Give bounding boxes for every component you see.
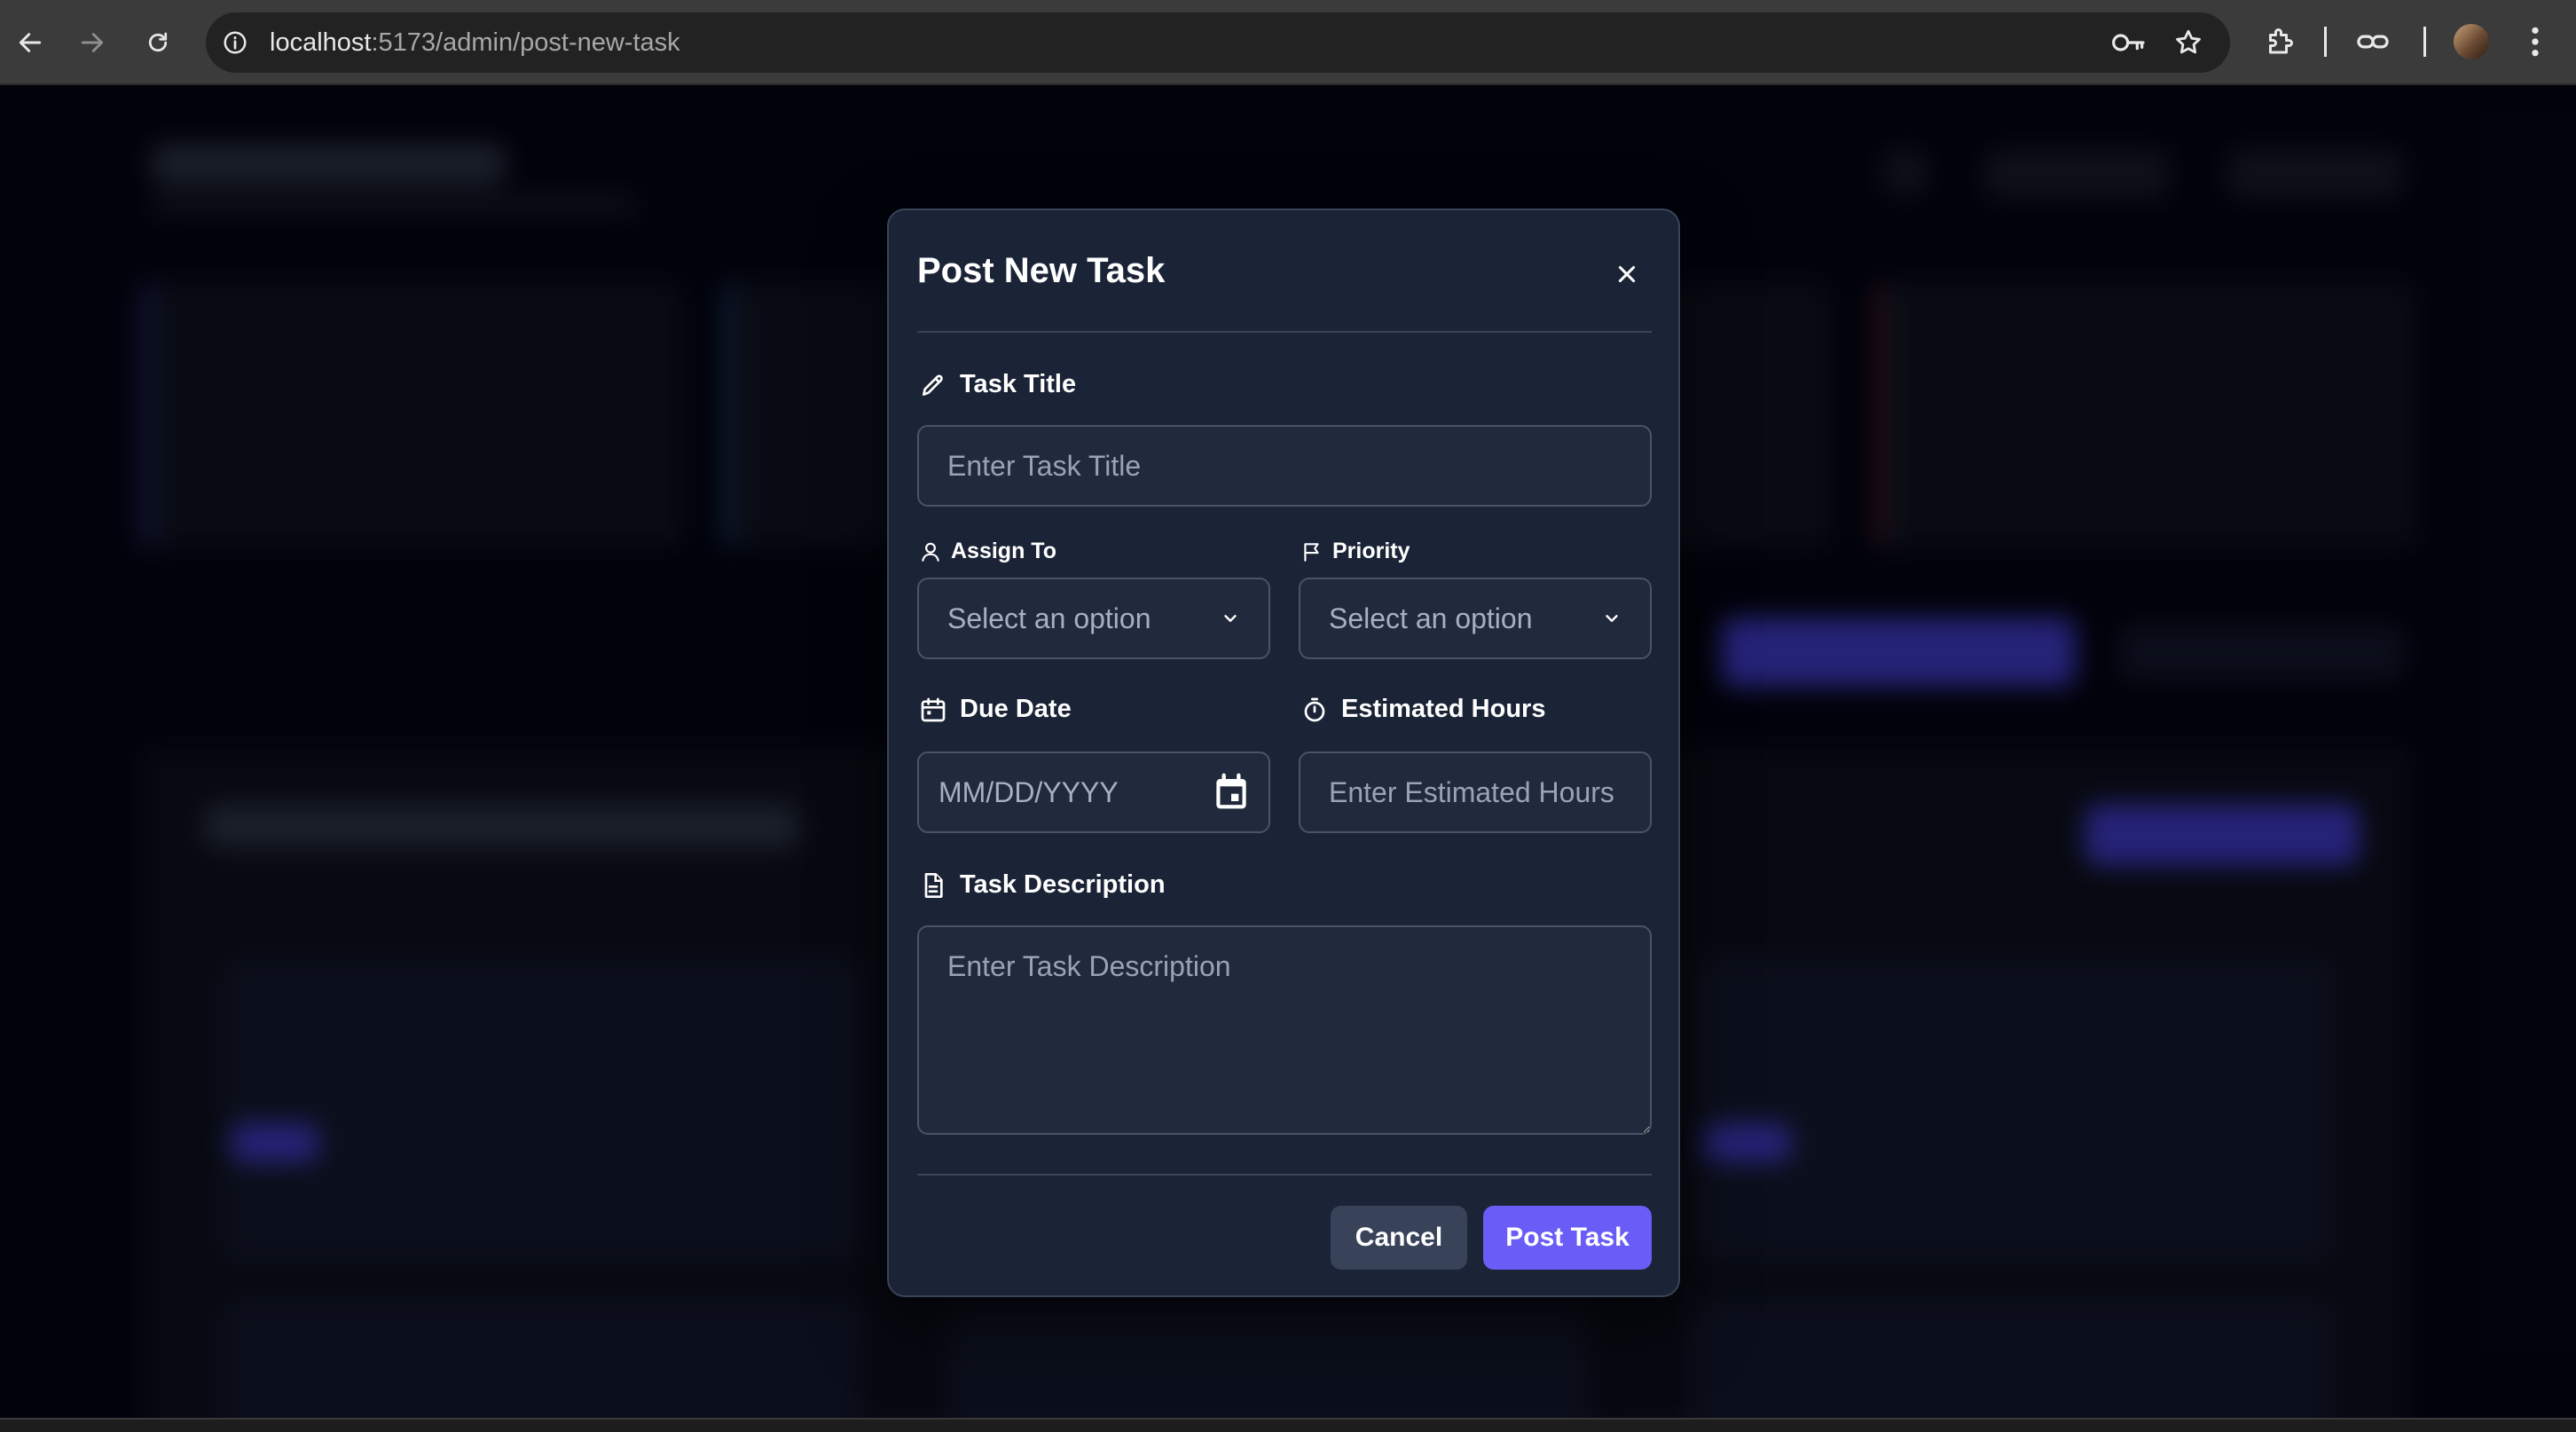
password-key-icon[interactable] (2111, 28, 2147, 57)
post-new-task-modal: Post New Task Task Title Assign To Prior… (887, 209, 1680, 1297)
browser-toolbar: localhost:5173/admin/post-new-task (0, 0, 2576, 85)
document-icon (924, 872, 943, 898)
back-button[interactable] (7, 20, 53, 66)
task-title-input[interactable] (917, 425, 1652, 507)
toolbar-divider (2423, 27, 2426, 57)
reload-button[interactable] (135, 20, 181, 66)
bookmark-star-icon[interactable] (2173, 28, 2203, 58)
flag-icon (1304, 542, 1319, 562)
user-icon (922, 542, 939, 562)
back-icon (19, 33, 42, 52)
link-icon[interactable] (2356, 26, 2390, 58)
due-date-label: Due Date (919, 695, 1072, 724)
post-task-button[interactable]: Post Task (1483, 1206, 1652, 1270)
priority-select[interactable]: Select an option (1299, 578, 1652, 659)
task-description-textarea[interactable] (917, 925, 1652, 1135)
assign-to-value: Select an option (947, 602, 1151, 634)
address-bar[interactable]: localhost:5173/admin/post-new-task (206, 12, 2230, 73)
assign-to-select[interactable]: Select an option (917, 578, 1270, 659)
site-info-icon (224, 31, 247, 54)
priority-label: Priority (1300, 539, 1410, 564)
forward-icon (81, 33, 104, 52)
close-button[interactable] (1606, 253, 1648, 295)
profile-avatar[interactable] (2454, 24, 2489, 59)
calendar-picker-icon[interactable] (1213, 773, 1249, 812)
cancel-button[interactable]: Cancel (1331, 1206, 1467, 1270)
footer-divider (917, 1174, 1652, 1176)
toolbar-divider (2324, 27, 2327, 57)
estimated-hours-input[interactable] (1299, 751, 1652, 833)
task-description-label: Task Description (919, 870, 1166, 900)
due-date-input[interactable]: MM/DD/YYYY (917, 751, 1270, 833)
estimated-hours-label: Estimated Hours (1300, 695, 1545, 724)
stopwatch-icon (1304, 697, 1325, 721)
assign-to-label: Assign To (919, 539, 1056, 564)
chevron-down-icon (1606, 615, 1618, 622)
calendar-icon (921, 697, 946, 721)
reload-icon (148, 32, 168, 52)
forward-button[interactable] (69, 20, 115, 66)
task-title-label: Task Title (919, 370, 1076, 399)
due-date-value: MM/DD/YYYY (939, 775, 1119, 808)
priority-value: Select an option (1329, 602, 1533, 634)
url-text: localhost:5173/admin/post-new-task (270, 28, 680, 57)
chevron-down-icon (1224, 615, 1237, 622)
modal-title: Post New Task (917, 251, 1166, 290)
more-menu-icon[interactable] (2525, 25, 2546, 59)
extensions-icon[interactable] (2264, 26, 2296, 58)
header-divider (917, 331, 1652, 333)
pencil-icon (923, 374, 943, 396)
close-icon (1618, 265, 1636, 283)
